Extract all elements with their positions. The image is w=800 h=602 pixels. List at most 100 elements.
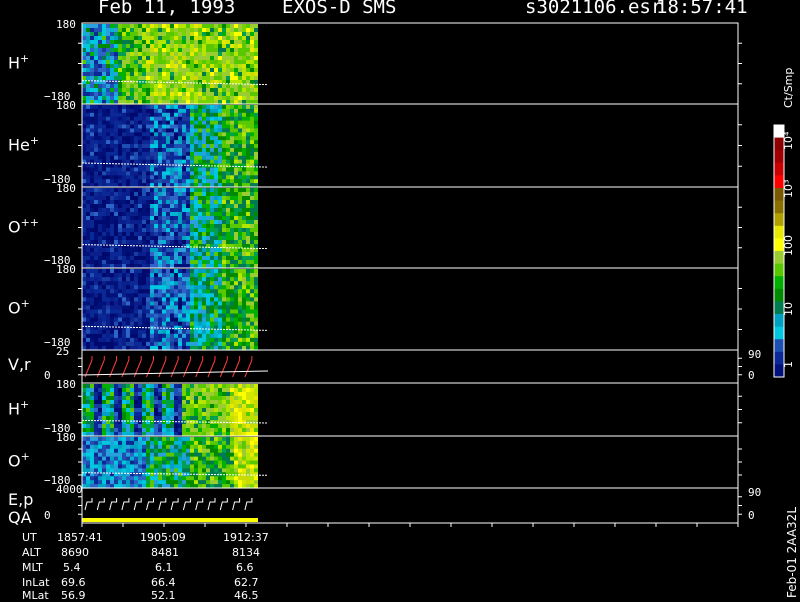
colorbar-segment (774, 150, 784, 164)
energy-trace (84, 498, 93, 511)
qa-bar (82, 518, 258, 522)
y2-tick-min: 0 (748, 509, 755, 522)
row-value: 46.5 (234, 589, 259, 602)
y2-tick-max: 90 (748, 486, 762, 499)
energy-trace (109, 498, 118, 511)
row-value: 1857:41 (57, 531, 103, 544)
y-tick-max: 180 (56, 182, 76, 195)
row-name: MLT (22, 561, 43, 574)
table-row: ALT 8690 8481 8134 (0, 546, 300, 559)
energy-trace (121, 498, 130, 511)
velocity-trace (244, 359, 253, 378)
row-name: InLat (22, 576, 50, 589)
table-row: MLT 5.4 6.1 6.6 (0, 561, 300, 574)
panel-label: O+ (8, 450, 30, 470)
colorbar-tick-100: 100 (782, 235, 795, 256)
energy-trace (146, 498, 154, 511)
panel-label-qa: QA (8, 508, 32, 527)
energy-trace (96, 498, 105, 511)
table-row: MLat 56.9 52.1 46.5 (0, 589, 300, 602)
y-tick-max: 180 (56, 378, 76, 391)
panel-label: H+ (8, 398, 29, 418)
colorbar-segment (774, 339, 784, 353)
energy-trace (207, 498, 216, 511)
velocity-trace (207, 359, 216, 378)
table-row: UT 1857:41 1905:09 1912:37 (0, 531, 300, 544)
row-value: 62.7 (234, 576, 259, 589)
row-value: 1912:37 (223, 531, 269, 544)
row-value: 5.4 (63, 561, 81, 574)
energy-trace (182, 498, 191, 511)
colorbar-segment (774, 326, 784, 340)
colorbar-tick-10000: 10⁴ (782, 131, 795, 150)
row-name: MLat (22, 589, 49, 602)
energy-trace (219, 498, 228, 511)
panel-label-sup: + (20, 450, 30, 463)
row-value: 8134 (232, 546, 260, 559)
y-tick-max: 180 (56, 99, 76, 112)
y2-tick-min: 0 (748, 369, 755, 382)
table-row: InLat 69.6 66.4 62.7 (0, 576, 300, 589)
row-value: 8690 (61, 546, 89, 559)
panel-label-sup: + (20, 297, 30, 310)
plot-time: 18:57:41 (656, 0, 748, 18)
y-tick-min: 0 (44, 369, 51, 382)
row-value: 1905:09 (140, 531, 186, 544)
radial-trace (81, 370, 269, 376)
colorbar-segment (774, 213, 784, 227)
footer-orbit-label: Feb-01 2AA32L (785, 506, 799, 598)
energy-trace (158, 498, 167, 511)
velocity-trace (232, 359, 241, 378)
energy-trace (170, 498, 179, 511)
velocity-trace (219, 359, 228, 378)
y-tick-max: 25 (56, 345, 70, 358)
colorbar-tick-1: 1 (782, 361, 795, 368)
velocity-trace (170, 359, 179, 378)
y-tick-max: 180 (56, 263, 76, 276)
y-tick-max: 180 (56, 431, 76, 444)
panel-frame (81, 349, 739, 384)
panel-label-text: E,p (8, 490, 34, 509)
energy-trace (195, 498, 204, 511)
colorbar-segment (774, 200, 784, 214)
panel-label-text: O (8, 216, 21, 236)
panel-label-text: H (8, 52, 21, 72)
row-value: 8481 (151, 546, 179, 559)
panel-label: He+ (8, 134, 39, 154)
colorbar-unit: Ct/Smp (782, 67, 795, 108)
colorbar-segment (774, 263, 784, 277)
velocity-trace (158, 359, 167, 378)
panel-label: O+ (8, 297, 30, 317)
plot-instrument: EXOS-D SMS (282, 0, 397, 18)
velocity-trace (133, 359, 142, 378)
energy-trace (232, 498, 241, 511)
row-name: ALT (22, 546, 41, 559)
row-value: 56.9 (61, 589, 86, 602)
colorbar-tick-1000: 10³ (782, 179, 795, 198)
colorbar-segment (774, 276, 784, 290)
panel-label: H+ (8, 52, 29, 72)
y-tick-min: 0 (44, 509, 51, 522)
y2-tick-max: 90 (748, 348, 762, 361)
row-name: UT (22, 531, 37, 544)
colorbar-segment (774, 288, 784, 302)
plot-file: s3021106.esr (525, 0, 663, 18)
velocity-trace (146, 359, 154, 378)
panel-label-sup: ++ (20, 215, 40, 229)
panel-label-text: O (8, 298, 21, 318)
energy-trace (133, 498, 142, 511)
row-value: 6.6 (236, 561, 254, 574)
panel-label-sup: + (20, 397, 30, 411)
plot-area (78, 22, 785, 527)
panel-frame (81, 487, 739, 524)
panel-label-text: V,r (8, 354, 31, 374)
colorbar-segment (774, 162, 784, 176)
velocity-trace (195, 359, 204, 378)
panel-label: V,r (8, 355, 31, 374)
panel-label-text: O (8, 451, 21, 471)
row-value: 52.1 (151, 589, 176, 602)
velocity-trace (182, 359, 191, 378)
panel-label: E,p (8, 490, 33, 509)
colorbar-tick-10: 10 (782, 302, 795, 316)
panel-label-text: He (8, 134, 30, 154)
